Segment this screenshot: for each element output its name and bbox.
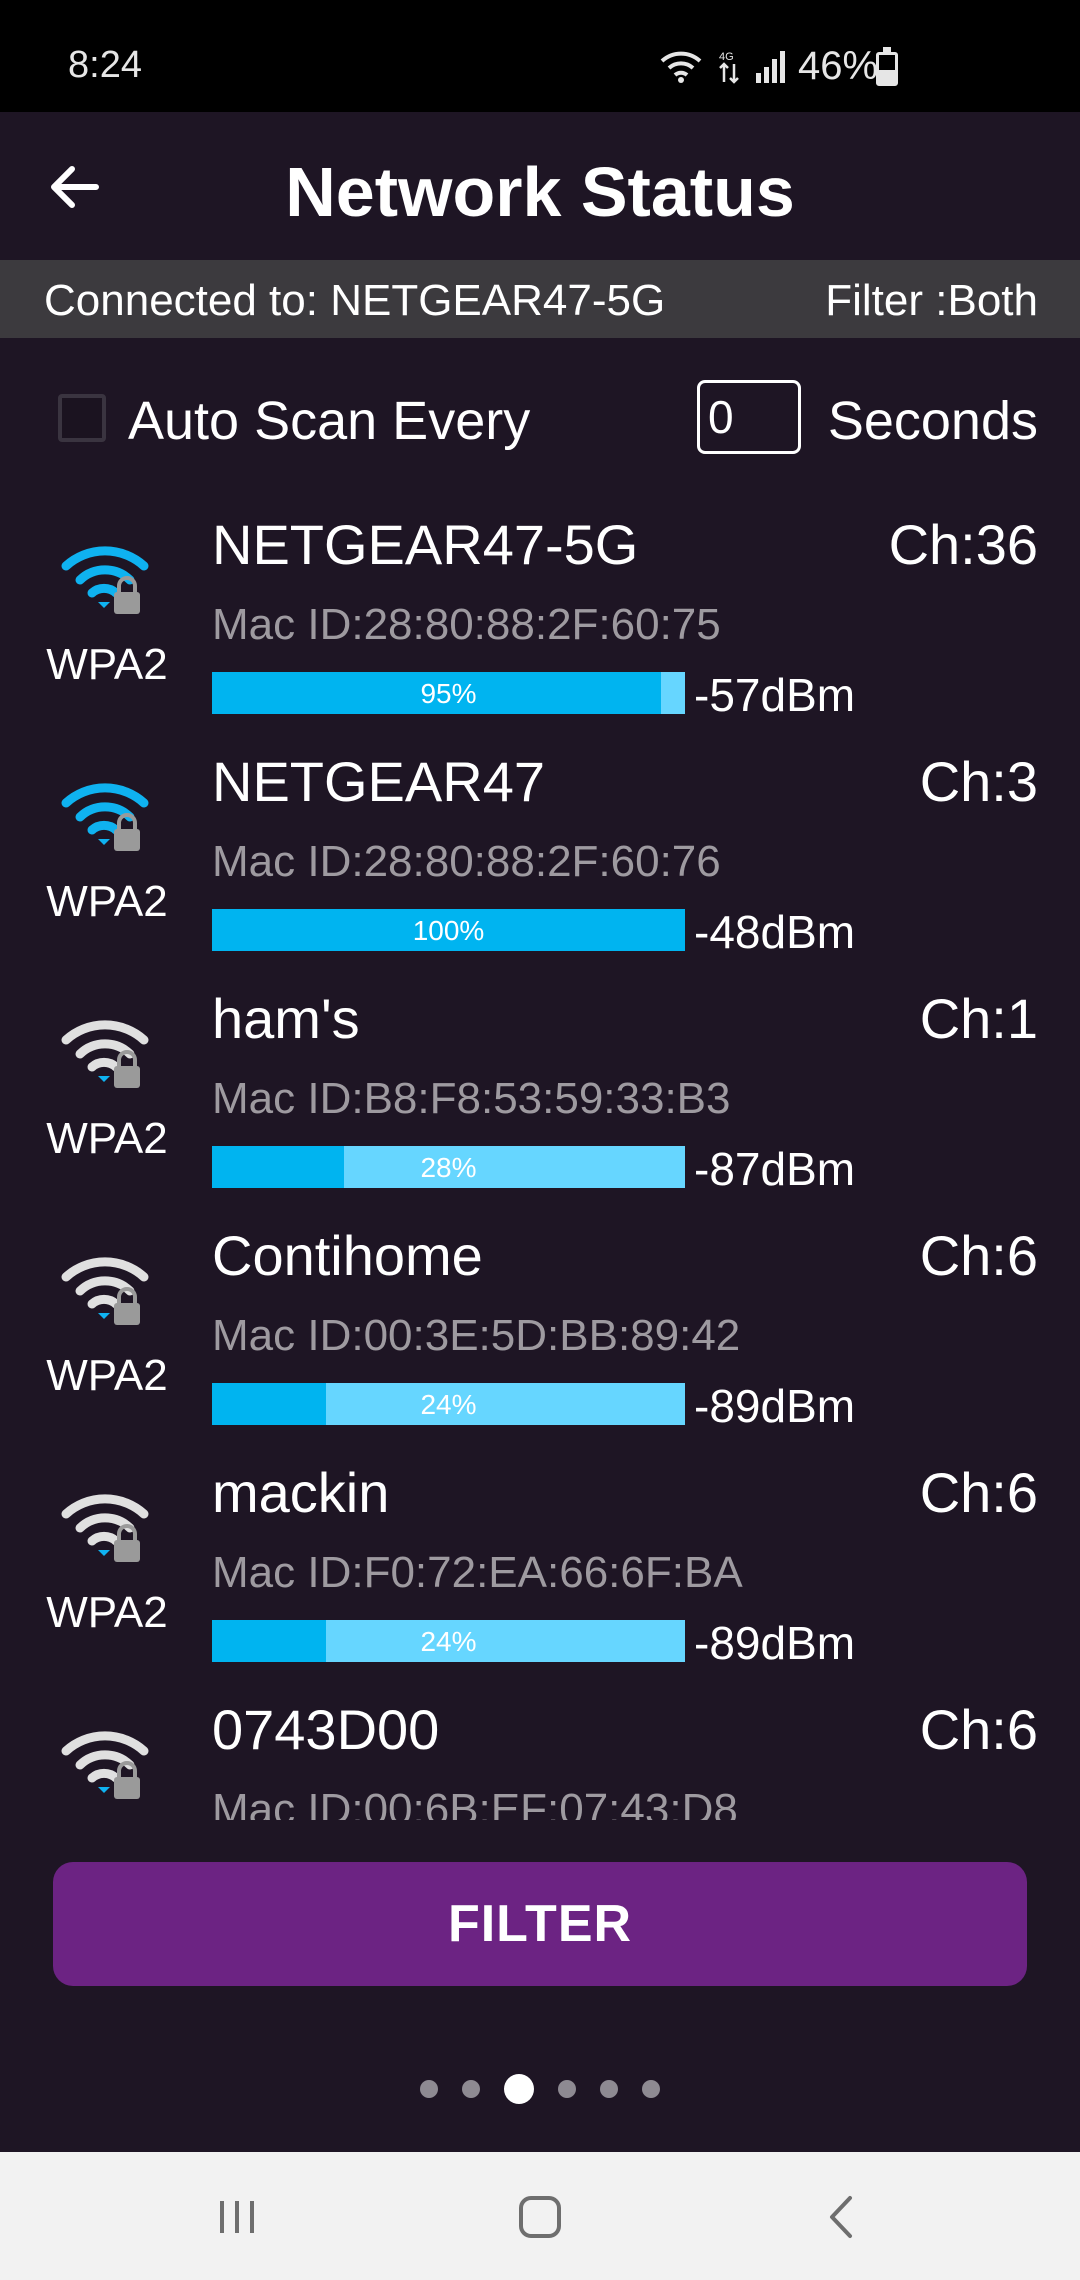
wifi-lock-icon xyxy=(61,546,149,614)
status-icons: 4G xyxy=(660,48,788,84)
page-dot[interactable] xyxy=(558,2080,576,2098)
signal-percent-text: 28% xyxy=(420,1152,477,1183)
signal-strength-bar: 28% xyxy=(212,1146,685,1188)
filter-button[interactable]: FILTER xyxy=(53,1862,1027,1986)
page-dot[interactable] xyxy=(600,2080,618,2098)
seconds-label: Seconds xyxy=(827,391,1038,451)
network-list[interactable]: WPA2 NETGEAR47-5G Ch:36 Mac ID:28:80:88:2F:… xyxy=(0,500,1080,1820)
page-dot[interactable] xyxy=(420,2080,438,2098)
signal-dbm: -57dBm xyxy=(694,669,856,721)
svg-text:4G: 4G xyxy=(719,51,734,63)
signal-percent-text: 95% xyxy=(420,678,477,709)
network-ssid: mackin xyxy=(212,1461,390,1524)
signal-dbm: -89dBm xyxy=(694,1617,856,1669)
wifi-lock-icon xyxy=(61,1494,149,1562)
auto-scan-label: Auto Scan Every xyxy=(128,391,531,451)
back-icon xyxy=(830,2196,852,2238)
list-item[interactable]: WPA2 mackin Ch:6 Mac ID:F0:72:EA:66:6F:BA 24… xyxy=(0,1448,1080,1685)
network-channel: Ch:3 xyxy=(919,750,1038,813)
signal-strength-bar: 24% xyxy=(212,1383,685,1425)
network-mac: Mac ID:B8:F8:53:59:33:B3 xyxy=(212,1074,731,1123)
page-dot[interactable] xyxy=(504,2074,534,2104)
security-label: WPA2 xyxy=(46,1351,168,1400)
network-mac: Mac ID:F0:72:EA:66:6F:BA xyxy=(212,1548,743,1597)
nav-back-button[interactable] xyxy=(806,2182,876,2252)
auto-scan-row: Auto Scan Every Seconds xyxy=(0,370,1080,470)
wifi-icon xyxy=(660,51,702,83)
recent-apps-button[interactable] xyxy=(202,2182,272,2252)
battery-icon xyxy=(876,47,898,86)
network-ssid: Contihome xyxy=(212,1224,483,1287)
network-mac: Mac ID:28:80:88:2F:60:76 xyxy=(212,837,721,886)
scan-seconds-input[interactable] xyxy=(697,380,801,454)
wifi-lock-icon xyxy=(61,1020,149,1088)
network-ssid: NETGEAR47-5G xyxy=(212,513,639,576)
network-mac: Mac ID:00:3E:5D:BB:89:42 xyxy=(212,1311,741,1360)
wifi-lock-icon xyxy=(61,1257,149,1325)
security-label: WPA2 xyxy=(46,1588,168,1637)
data-arrows-icon: 4G xyxy=(719,51,739,84)
app-bar: Network Status xyxy=(0,112,1080,260)
signal-percent-text: 24% xyxy=(420,1626,477,1657)
list-item[interactable]: 0743D00 Ch:6 Mac ID:00:6B:EF:07:43:D8 xyxy=(0,1685,1080,1820)
network-channel: Ch:6 xyxy=(919,1698,1038,1761)
network-mac: Mac ID:28:80:88:2F:60:75 xyxy=(212,600,721,649)
connection-info-bar: Connected to: NETGEAR47-5G Filter :Both xyxy=(0,260,1080,338)
signal-percent-text: 100% xyxy=(412,915,485,946)
signal-dbm: -48dBm xyxy=(694,906,856,958)
page-dot[interactable] xyxy=(462,2080,480,2098)
network-ssid: 0743D00 xyxy=(212,1698,440,1761)
list-item[interactable]: WPA2 NETGEAR47 Ch:3 Mac ID:28:80:88:2F:60:7… xyxy=(0,737,1080,974)
security-label: WPA2 xyxy=(46,1114,168,1163)
network-channel: Ch:6 xyxy=(919,1224,1038,1287)
signal-dbm: -87dBm xyxy=(694,1143,856,1195)
system-nav-bar xyxy=(0,2152,1080,2280)
wifi-lock-icon xyxy=(61,783,149,851)
security-label: WPA2 xyxy=(46,877,168,926)
page-title: Network Status xyxy=(285,153,795,231)
list-item[interactable]: WPA2 NETGEAR47-5G Ch:36 Mac ID:28:80:88:2F:… xyxy=(0,500,1080,737)
list-item[interactable]: WPA2 ham's Ch:1 Mac ID:B8:F8:53:59:33:B3 28%… xyxy=(0,974,1080,1211)
page-dot[interactable] xyxy=(642,2080,660,2098)
page-indicator xyxy=(0,2074,1080,2104)
battery-percent: 46% xyxy=(798,44,879,88)
home-button[interactable] xyxy=(505,2182,575,2252)
filter-status-text: Filter :Both xyxy=(825,276,1038,325)
network-ssid: ham's xyxy=(212,987,360,1050)
signal-percent-text: 24% xyxy=(420,1389,477,1420)
signal-strength-bar: 100% xyxy=(212,909,685,951)
battery-level xyxy=(879,70,895,83)
home-icon xyxy=(519,2196,561,2238)
network-ssid: NETGEAR47 xyxy=(212,750,545,813)
security-label: WPA2 xyxy=(46,640,168,689)
signal-strength-bar: 24% xyxy=(212,1620,685,1662)
status-bar: 8:24 4G 46% xyxy=(0,0,1080,112)
cell-signal-icon xyxy=(756,51,785,83)
signal-strength-bar: 95% xyxy=(212,672,685,714)
recent-apps-icon xyxy=(220,2201,254,2233)
wifi-lock-icon xyxy=(61,1731,149,1799)
signal-dbm: -89dBm xyxy=(694,1380,856,1432)
network-mac: Mac ID:00:6B:EF:07:43:D8 xyxy=(212,1785,738,1820)
list-item[interactable]: WPA2 Contihome Ch:6 Mac ID:00:3E:5D:BB:89:4… xyxy=(0,1211,1080,1448)
network-channel: Ch:1 xyxy=(919,987,1038,1050)
connected-network-text: Connected to: NETGEAR47-5G xyxy=(44,276,666,325)
network-channel: Ch:36 xyxy=(888,513,1038,576)
network-channel: Ch:6 xyxy=(919,1461,1038,1524)
status-time: 8:24 xyxy=(68,44,142,86)
auto-scan-checkbox[interactable] xyxy=(58,394,106,442)
